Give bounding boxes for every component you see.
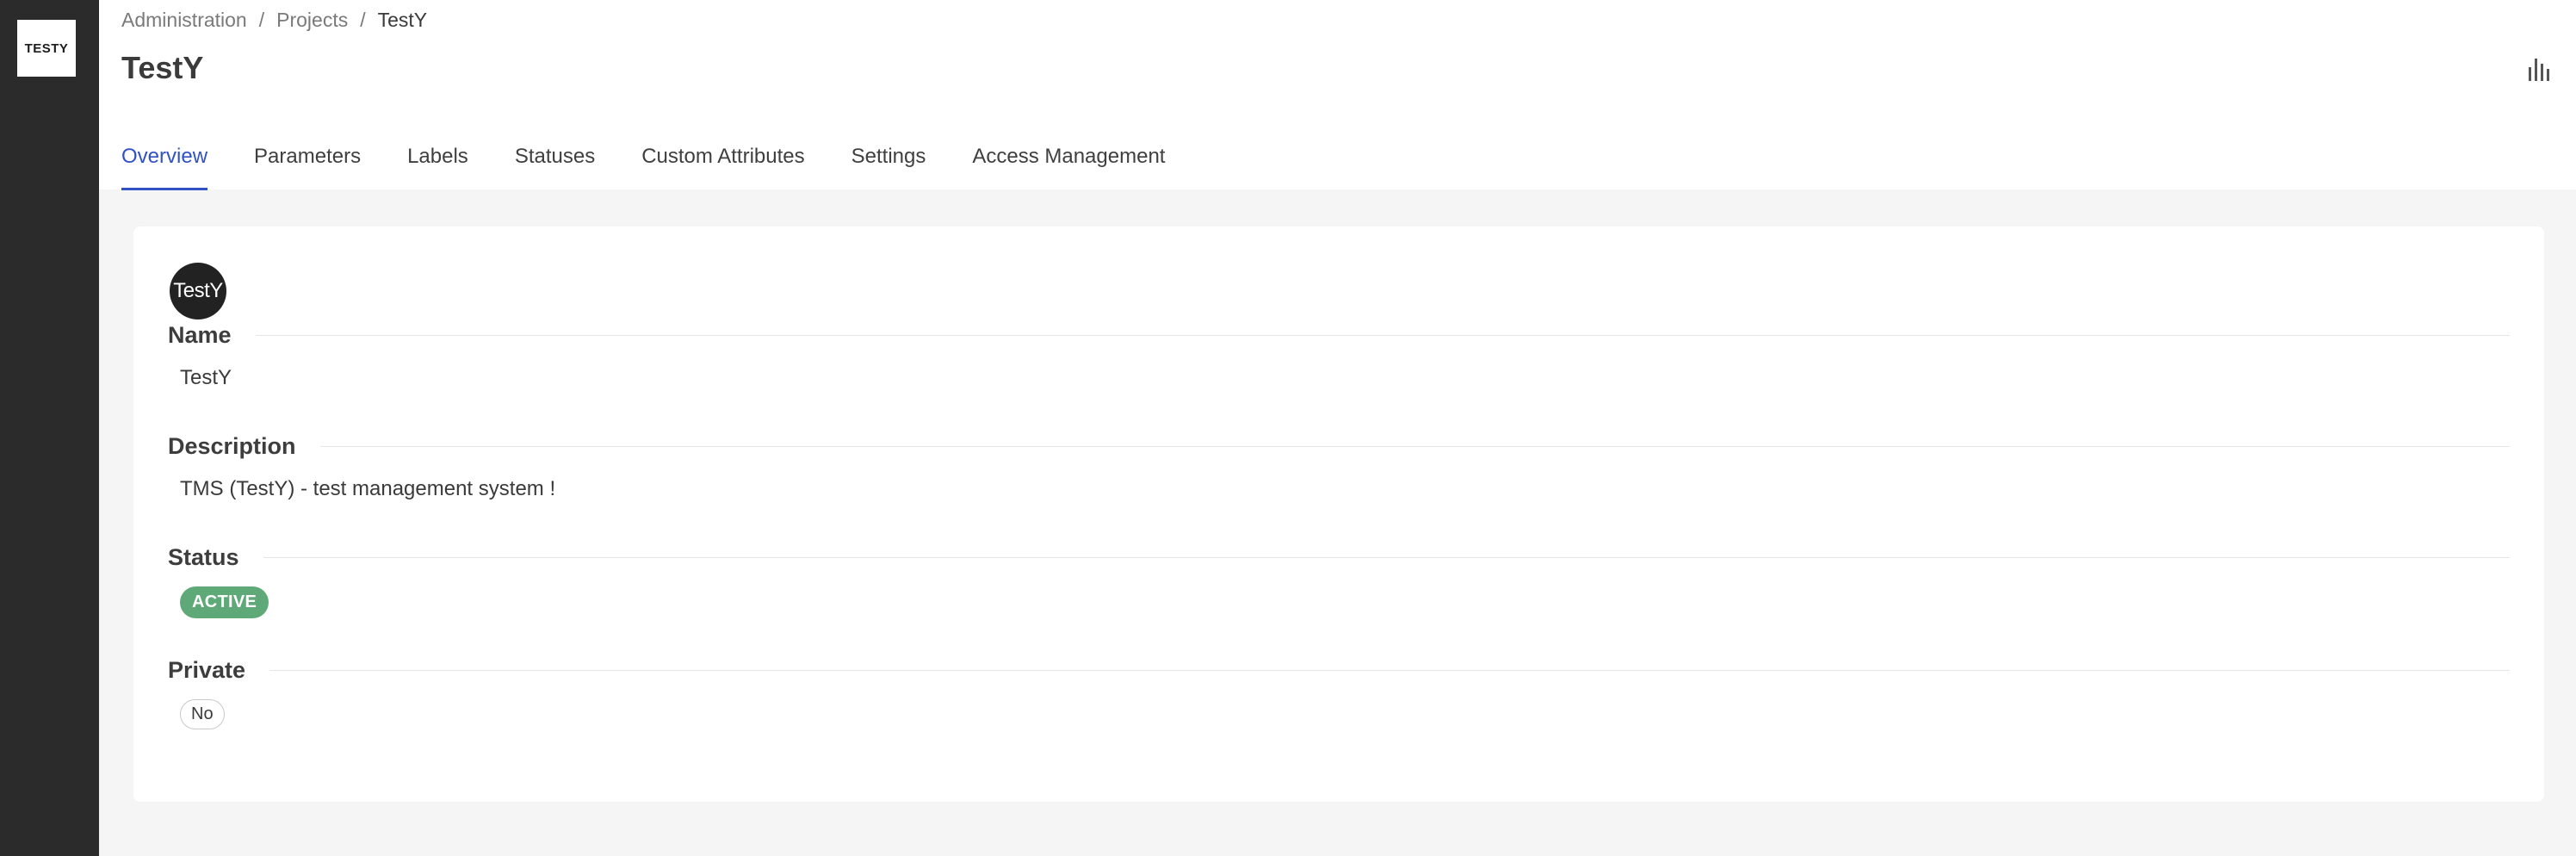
breadcrumb-separator: /: [258, 9, 265, 31]
private-badge: No: [180, 699, 225, 729]
status-badge: ACTIVE: [180, 586, 269, 618]
name-field: Name TestY: [168, 322, 2510, 390]
status-label: Status: [168, 544, 239, 570]
divider: [255, 335, 2510, 336]
tab-custom-attributes[interactable]: Custom Attributes: [641, 138, 804, 189]
breadcrumb-separator: /: [360, 9, 366, 31]
project-overview-card: TestY Name TestY Description TMS (TestY)…: [133, 226, 2544, 802]
divider: [263, 557, 2510, 558]
description-label: Description: [168, 433, 296, 459]
status-field: Status ACTIVE: [168, 544, 2510, 618]
tab-overview[interactable]: Overview: [121, 138, 208, 190]
app-logo[interactable]: TESTY: [17, 20, 76, 77]
breadcrumb-current: TestY: [377, 9, 428, 31]
page-header: Administration / Projects / TestY TestY …: [99, 0, 2576, 190]
divider: [319, 446, 2510, 447]
tab-access-management[interactable]: Access Management: [972, 138, 1165, 189]
divider: [269, 670, 2510, 671]
sidebar: TESTY: [0, 0, 99, 856]
breadcrumb-projects[interactable]: Projects: [276, 9, 348, 32]
private-field: Private No: [168, 657, 2510, 729]
name-label: Name: [168, 322, 232, 348]
tab-settings[interactable]: Settings: [851, 138, 926, 189]
description-value: TMS (TestY) - test management system !: [180, 477, 556, 500]
bar-chart-icon[interactable]: [2526, 55, 2554, 83]
tab-parameters[interactable]: Parameters: [254, 138, 361, 189]
name-value: TestY: [180, 366, 232, 389]
private-label: Private: [168, 657, 246, 683]
project-avatar: TestY: [170, 263, 226, 319]
breadcrumb: Administration / Projects / TestY: [121, 9, 427, 32]
description-field: Description TMS (TestY) - test managemen…: [168, 433, 2510, 501]
tab-bar: Overview Parameters Labels Statuses Cust…: [121, 138, 1165, 190]
breadcrumb-administration[interactable]: Administration: [121, 9, 247, 32]
tab-labels[interactable]: Labels: [407, 138, 468, 189]
tab-statuses[interactable]: Statuses: [515, 138, 595, 189]
page-title: TestY: [121, 50, 204, 85]
